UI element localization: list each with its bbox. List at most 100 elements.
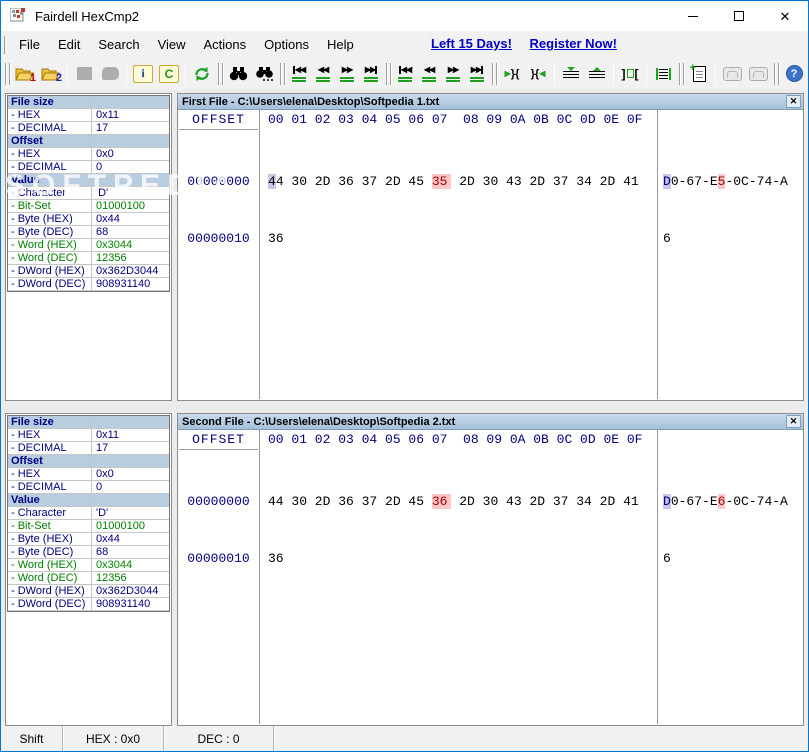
panel-close-button[interactable]: ✕ <box>786 415 801 428</box>
row-label: - HEX <box>8 468 92 480</box>
toolbar-grip[interactable] <box>5 63 10 85</box>
save-icon <box>102 67 119 80</box>
toolbar-grip[interactable] <box>774 63 779 85</box>
refresh-icon <box>193 66 211 82</box>
first-byte-diff-icon: ◀◀ <box>401 65 411 74</box>
binoculars-next-icon <box>255 66 274 81</box>
offset-header-underline <box>179 129 258 130</box>
menu-view[interactable]: View <box>149 33 195 56</box>
row-value: 01000100 <box>92 200 169 212</box>
offset-header-underline <box>179 449 258 450</box>
inspector-panel-first: File size - HEX0x11 - DECIMAL17 Offset -… <box>5 93 172 401</box>
goto-start-button[interactable] <box>558 62 584 86</box>
minimize-button[interactable] <box>670 1 716 31</box>
toolbar-grip[interactable] <box>386 63 391 85</box>
prev-byte-diff-button[interactable]: ◀◀ <box>417 62 441 86</box>
menu-edit[interactable]: Edit <box>49 33 89 56</box>
panel-close-button[interactable]: ✕ <box>786 95 801 108</box>
goto-end-button[interactable] <box>584 62 610 86</box>
first-file-panel: First File - C:\Users\elena\Desktop\Soft… <box>177 93 804 401</box>
report-button[interactable]: + <box>686 62 712 86</box>
hex-row[interactable]: 44 30 2D 36 37 2D 45 36 2D 30 43 2D 37 3… <box>268 492 639 511</box>
hex-bytes[interactable]: 44 30 2D 36 37 2D 45 36 2D 30 43 2D 37 3… <box>268 454 639 606</box>
row-label: - Byte (DEC) <box>8 546 92 558</box>
row-value: 68 <box>92 546 169 558</box>
open-first-file-button[interactable]: 1 <box>12 62 38 86</box>
row-value: 0 <box>92 481 169 493</box>
next-byte-diff-icon: ▶▶ <box>448 65 458 74</box>
prev-block-icon: ▶}{ <box>505 68 520 80</box>
next-byte-diff-button[interactable]: ▶▶ <box>441 62 465 86</box>
toolbar-grip[interactable] <box>679 63 684 85</box>
hex-editor-first[interactable]: OFFSET 00 01 02 03 04 05 06 07 08 09 0A … <box>178 110 803 399</box>
row-label: - Word (HEX) <box>8 239 92 251</box>
cursor-char: D <box>663 174 671 189</box>
row-label: - HEX <box>8 109 92 121</box>
column-divider <box>657 110 658 399</box>
first-diff-button[interactable]: ◀◀ <box>287 62 311 86</box>
row-value: 68 <box>92 226 169 238</box>
menu-file[interactable]: File <box>10 33 49 56</box>
row-value: 0x362D3044 <box>92 585 169 597</box>
swap-icon <box>723 67 742 81</box>
ascii-row[interactable]: D0-67-E5-0C-74-A <box>663 172 788 191</box>
toolbar-grip[interactable] <box>280 63 285 85</box>
last-diff-button[interactable]: ▶▶ <box>359 62 383 86</box>
info-panel-button[interactable]: i <box>130 62 156 86</box>
second-file-panel: Second File - C:\Users\elena\Desktop\Sof… <box>177 413 804 726</box>
open-second-file-button[interactable]: 2 <box>38 62 64 86</box>
next-diff-button[interactable]: ▶▶ <box>335 62 359 86</box>
next-diff-icon: ▶▶ <box>342 65 352 74</box>
prev-diff-button[interactable]: ◀◀ <box>311 62 335 86</box>
hex-editor-second[interactable]: OFFSET 00 01 02 03 04 05 06 07 08 09 0A … <box>178 430 803 724</box>
toolbar: 1 2 i C <box>1 58 808 89</box>
menubar-grip[interactable] <box>4 36 7 54</box>
first-byte-diff-button[interactable]: ◀◀ <box>393 62 417 86</box>
ascii-row[interactable]: 6 <box>663 549 788 568</box>
save-first-button <box>71 62 97 86</box>
row-value: 0x362D3044 <box>92 265 169 277</box>
content-area: File size - HEX0x11 - DECIMAL17 Offset -… <box>1 89 808 725</box>
menu-help[interactable]: Help <box>318 33 363 56</box>
last-byte-diff-button[interactable]: ▶▶ <box>465 62 489 86</box>
maximize-button[interactable] <box>716 1 762 31</box>
compare-icon: C <box>159 65 179 83</box>
row-value: 17 <box>92 122 169 134</box>
bytes-per-line-button[interactable] <box>650 62 676 86</box>
hex-row[interactable]: 44 30 2D 36 37 2D 45 35 2D 30 43 2D 37 3… <box>268 172 639 191</box>
app-icon <box>10 8 27 24</box>
compare-button[interactable]: C <box>156 62 182 86</box>
hex-row[interactable]: 36 <box>268 549 639 568</box>
offset-header: OFFSET <box>178 430 259 449</box>
ascii-row[interactable]: D0-67-E6-0C-74-A <box>663 492 788 511</box>
close-button[interactable]: ✕ <box>762 1 808 31</box>
row-label: - Word (DEC) <box>8 572 92 584</box>
next-diff-block-button[interactable]: }{◀ <box>525 62 551 86</box>
help-button[interactable]: ? <box>781 62 807 86</box>
diff-byte: 36 <box>432 494 452 509</box>
menu-actions[interactable]: Actions <box>195 33 256 56</box>
find-button[interactable] <box>225 62 251 86</box>
row-value: 12356 <box>92 572 169 584</box>
select-block-button[interactable]: ][ <box>617 62 643 86</box>
hex-bytes[interactable]: 44 30 2D 36 37 2D 45 35 2D 30 43 2D 37 3… <box>268 134 639 286</box>
cursor-char: D <box>663 494 671 509</box>
find-next-button[interactable] <box>251 62 277 86</box>
menu-options[interactable]: Options <box>255 33 318 56</box>
menu-search[interactable]: Search <box>89 33 148 56</box>
toolbar-grip[interactable] <box>492 63 497 85</box>
toolbar-grip[interactable] <box>218 63 223 85</box>
refresh-button[interactable] <box>189 62 215 86</box>
ascii-column[interactable]: D0-67-E6-0C-74-A 6 <box>663 454 788 606</box>
prev-diff-block-button[interactable]: ▶}{ <box>499 62 525 86</box>
ascii-row[interactable]: 6 <box>663 229 788 248</box>
ascii-column[interactable]: D0-67-E5-0C-74-A 6 <box>663 134 788 286</box>
next-block-icon: }{◀ <box>531 68 546 80</box>
hex-row[interactable]: 36 <box>268 229 639 248</box>
register-link[interactable]: Register Now! <box>530 36 617 51</box>
separator <box>715 63 716 85</box>
status-dec-offset: DEC : 0 <box>164 726 274 751</box>
offset-column: 00000000 00000010 <box>178 134 259 286</box>
goto-start-icon <box>563 67 579 80</box>
section-label: Value <box>8 494 92 506</box>
